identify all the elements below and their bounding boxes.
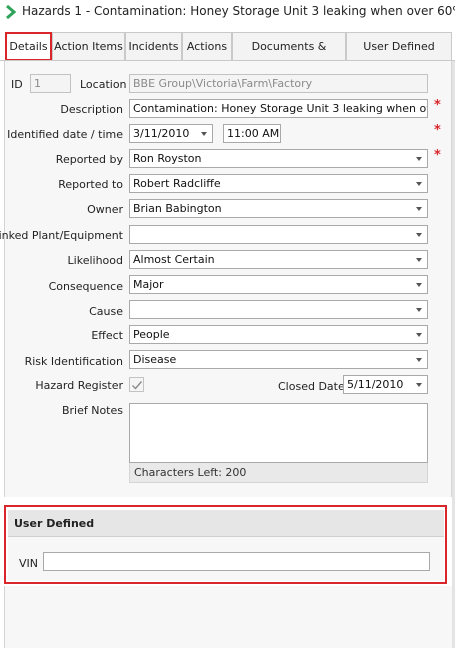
reported-by-value: Ron Royston [133,152,202,165]
consequence-dropdown[interactable]: Major [129,275,428,294]
description-field[interactable]: Contamination: Honey Storage Unit 3 leak… [129,99,428,118]
chevron-down-icon[interactable] [416,383,422,387]
checkmark-icon [132,381,143,390]
characters-left-indicator: Characters Left: 200 [129,463,428,483]
reported-to-value: Robert Radcliffe [133,177,221,190]
brief-notes-label: Brief Notes [61,404,123,417]
id-label: ID [11,78,23,91]
tab-action-items[interactable]: Action Items [52,32,125,61]
chevron-down-icon[interactable] [416,182,422,186]
linked-plant-label: Linked Plant/Equipment [0,229,123,242]
identified-date-field[interactable]: 3/11/2010 [129,124,213,143]
effect-label: Effect [91,329,123,342]
chevron-down-icon[interactable] [416,258,422,262]
window-title: Hazards 1 - Contamination: Honey Storage… [22,4,455,18]
id-field: 1 [30,74,71,93]
identified-date-value: 3/11/2010 [133,127,190,140]
reported-to-dropdown[interactable]: Robert Radcliffe [129,174,428,193]
risk-identification-dropdown[interactable]: Disease [129,350,428,369]
closed-date-value: 5/11/2010 [347,378,404,391]
location-label: Location [80,78,127,91]
identified-label: Identified date / time [7,128,123,141]
location-field: BBE Group\Victoria\Farm\Factory [129,74,428,93]
consequence-value: Major [133,278,164,291]
identified-time-field[interactable]: 11:00 AM [223,124,281,143]
tab-incidents[interactable]: Incidents [125,32,182,61]
window-titlebar: Hazards 1 - Contamination: Honey Storage… [0,0,455,26]
effect-dropdown[interactable]: People [129,325,428,344]
cause-dropdown[interactable] [129,300,428,319]
risk-identification-label: Risk Identification [24,355,123,368]
description-required-marker: * [434,98,441,113]
tab-documents-images[interactable]: Documents & Images [232,32,346,81]
chevron-down-icon[interactable] [416,283,422,287]
owner-label: Owner [87,203,123,216]
chevron-down-icon[interactable] [201,132,207,136]
chevron-down-icon[interactable] [416,333,422,337]
reported-by-dropdown[interactable]: Ron Royston [129,149,428,168]
reported-to-label: Reported to [58,178,123,191]
user-defined-highlight [4,505,447,584]
closed-date-field[interactable]: 5/11/2010 [343,375,428,394]
owner-dropdown[interactable]: Brian Babington [129,199,428,218]
chevron-down-icon[interactable] [416,233,422,237]
tab-user-defined-fields[interactable]: User Defined Fields [346,32,452,81]
hazard-register-label: Hazard Register [35,379,123,392]
likelihood-value: Almost Certain [133,253,215,266]
linked-plant-dropdown[interactable] [129,225,428,244]
lower-panel-area [4,586,452,648]
reported-by-required-marker: * [434,148,441,163]
hazard-register-checkbox[interactable] [129,377,144,392]
description-label: Description [60,103,123,116]
reported-by-label: Reported by [55,153,123,166]
tab-actions[interactable]: Actions [182,32,232,61]
likelihood-label: Likelihood [67,254,123,267]
owner-value: Brian Babington [133,202,222,215]
risk-identification-value: Disease [133,353,177,366]
tab-strip: Details Action Items Incidents Actions D… [0,32,455,81]
consequence-label: Consequence [48,280,123,293]
identified-required-marker: * [434,123,441,138]
likelihood-dropdown[interactable]: Almost Certain [129,250,428,269]
chevron-down-icon[interactable] [416,157,422,161]
closed-date-label: Closed Date [278,380,345,393]
effect-value: People [133,328,170,341]
chevron-right-icon [6,5,16,19]
brief-notes-textarea[interactable] [129,403,428,463]
cause-label: Cause [89,305,123,318]
tab-details[interactable]: Details [5,32,52,61]
chevron-down-icon[interactable] [416,358,422,362]
chevron-down-icon[interactable] [416,207,422,211]
chevron-down-icon[interactable] [416,308,422,312]
